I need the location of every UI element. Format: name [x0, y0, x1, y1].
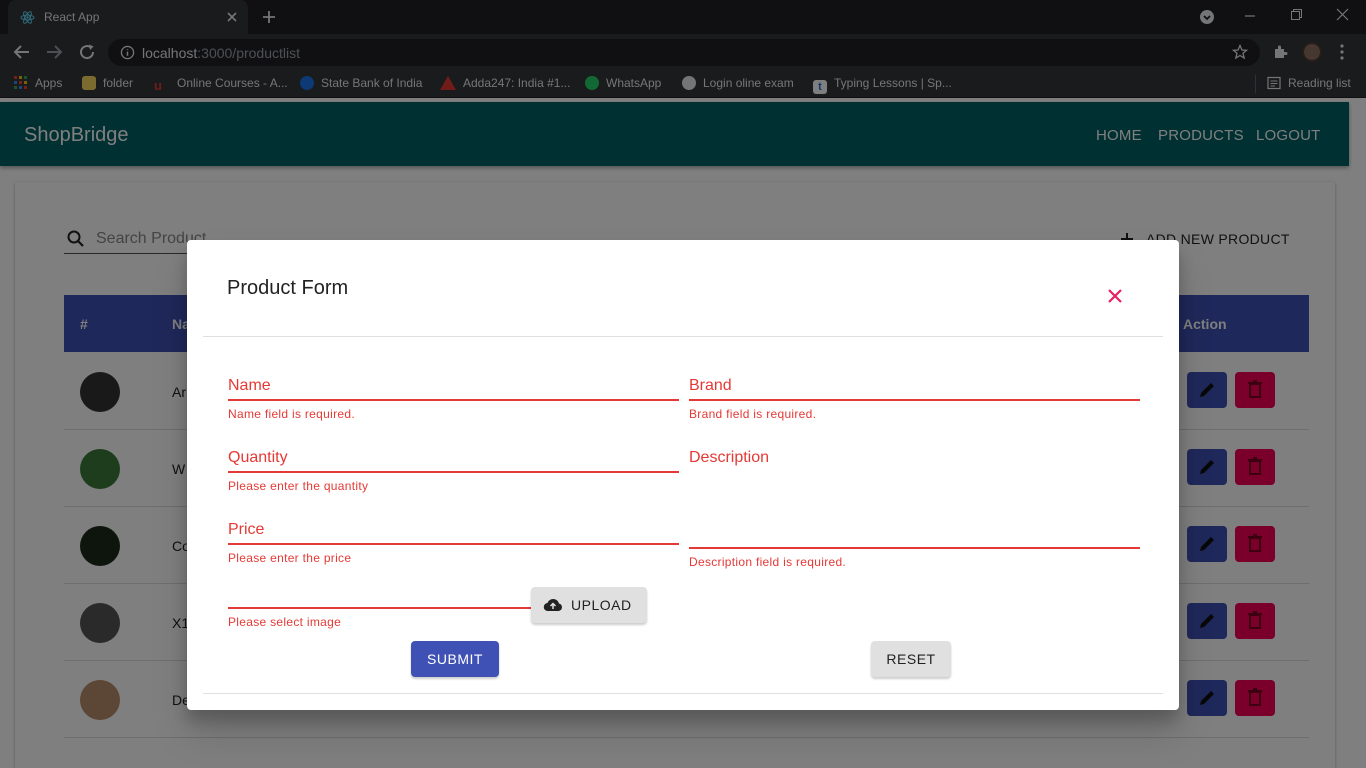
brand-underline	[689, 399, 1140, 401]
brand-error: Brand field is required.	[689, 407, 817, 421]
description-error: Description field is required.	[689, 555, 847, 569]
brand-label: Brand	[689, 377, 732, 394]
price-label: Price	[228, 521, 265, 538]
cloud-upload-icon	[543, 598, 562, 612]
upload-button[interactable]: UPLOAD	[531, 587, 647, 623]
name-label: Name	[228, 377, 271, 394]
product-form-dialog: Product Form Name Name field is required…	[187, 240, 1179, 710]
upload-label: UPLOAD	[571, 597, 632, 613]
quantity-underline	[228, 471, 679, 473]
dialog-divider-bottom	[203, 693, 1163, 694]
dialog-title: Product Form	[227, 277, 349, 299]
reset-button[interactable]: RESET	[871, 641, 951, 677]
description-underline	[689, 547, 1140, 549]
quantity-error: Please enter the quantity	[228, 479, 369, 493]
name-error: Name field is required.	[228, 407, 355, 421]
price-error: Please enter the price	[228, 551, 352, 565]
price-underline	[228, 543, 679, 545]
description-label: Description	[689, 449, 770, 466]
name-underline	[228, 399, 679, 401]
image-error: Please select image	[228, 615, 342, 629]
quantity-label: Quantity	[228, 449, 288, 466]
submit-button[interactable]: SUBMIT	[411, 641, 499, 677]
close-icon[interactable]	[1105, 286, 1125, 306]
dialog-divider-top	[203, 336, 1163, 337]
image-underline	[228, 607, 531, 609]
